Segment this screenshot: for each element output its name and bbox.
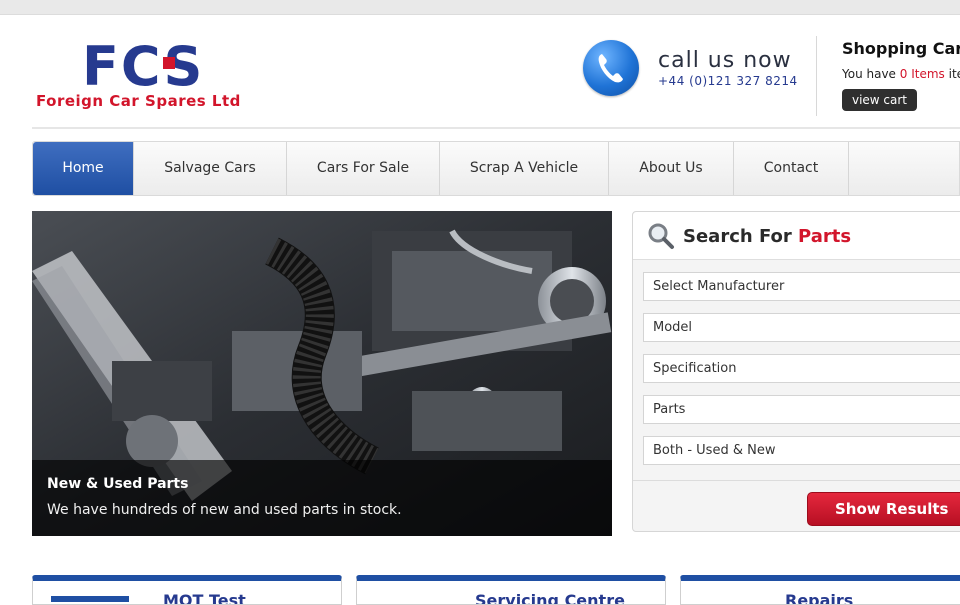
mot-test-panel[interactable]: MOT Test: [32, 575, 342, 605]
cart-title: Shopping Cart: [842, 39, 960, 58]
nav-cars-for-sale[interactable]: Cars For Sale: [287, 142, 440, 195]
repairs-panel-title: Repairs: [785, 591, 854, 605]
nav-about-us[interactable]: About Us: [609, 142, 734, 195]
condition-select[interactable]: Both - Used & New: [643, 436, 960, 465]
cart-item-count[interactable]: 0 Items: [900, 67, 945, 81]
logo-wordmark: FCS: [82, 35, 205, 98]
mot-test-panel-title: MOT Test: [163, 591, 246, 605]
hero-slider[interactable]: New & Used Parts We have hundreds of new…: [32, 211, 612, 536]
servicing-centre-panel-title: Servicing Centre: [475, 591, 625, 605]
logo-subtitle: Foreign Car Spares Ltd: [36, 92, 241, 110]
parts-select[interactable]: Parts: [643, 395, 960, 424]
header-rule: [32, 127, 960, 129]
repairs-panel[interactable]: Repairs: [680, 575, 960, 605]
phone-number[interactable]: +44 (0)121 327 8214: [658, 74, 798, 88]
cart-summary-suffix: items: [948, 67, 960, 81]
main-nav: Home Salvage Cars Cars For Sale Scrap A …: [32, 141, 960, 196]
parts-search-title-highlight: Parts: [798, 226, 852, 247]
logo-dot: [163, 57, 175, 69]
search-icon: [648, 223, 674, 249]
nav-contact[interactable]: Contact: [734, 142, 849, 195]
search-divider: [633, 480, 960, 481]
call-us-label: call us now: [658, 48, 792, 73]
header-divider: [816, 36, 817, 116]
nav-home[interactable]: Home: [33, 142, 134, 195]
view-cart-button[interactable]: view cart: [842, 89, 917, 111]
cart-summary: You have 0 Items items: [842, 67, 960, 81]
show-results-button[interactable]: Show Results: [807, 492, 960, 526]
hero-caption-title: New & Used Parts: [47, 476, 189, 492]
nav-salvage-cars[interactable]: Salvage Cars: [134, 142, 287, 195]
site-logo[interactable]: FCS Foreign Car Spares Ltd: [36, 40, 306, 112]
parts-search-panel: Search For Parts Select Manufacturer Mod…: [632, 211, 960, 532]
parts-search-title: Search For Parts: [683, 226, 851, 247]
nav-scrap-a-vehicle[interactable]: Scrap A Vehicle: [440, 142, 609, 195]
manufacturer-select[interactable]: Select Manufacturer: [643, 272, 960, 301]
top-strip: [0, 0, 960, 15]
hero-caption: New & Used Parts We have hundreds of new…: [32, 460, 612, 536]
parts-search-title-prefix: Search For: [683, 226, 799, 247]
cart-summary-prefix: You have: [842, 67, 900, 81]
hero-caption-text: We have hundreds of new and used parts i…: [47, 502, 402, 518]
parts-search-header: Search For Parts: [633, 212, 960, 260]
phone-icon: [583, 40, 639, 96]
specification-select[interactable]: Specification: [643, 354, 960, 383]
mot-test-panel-image: [51, 596, 129, 602]
servicing-centre-panel[interactable]: Servicing Centre: [356, 575, 666, 605]
model-select[interactable]: Model: [643, 313, 960, 342]
